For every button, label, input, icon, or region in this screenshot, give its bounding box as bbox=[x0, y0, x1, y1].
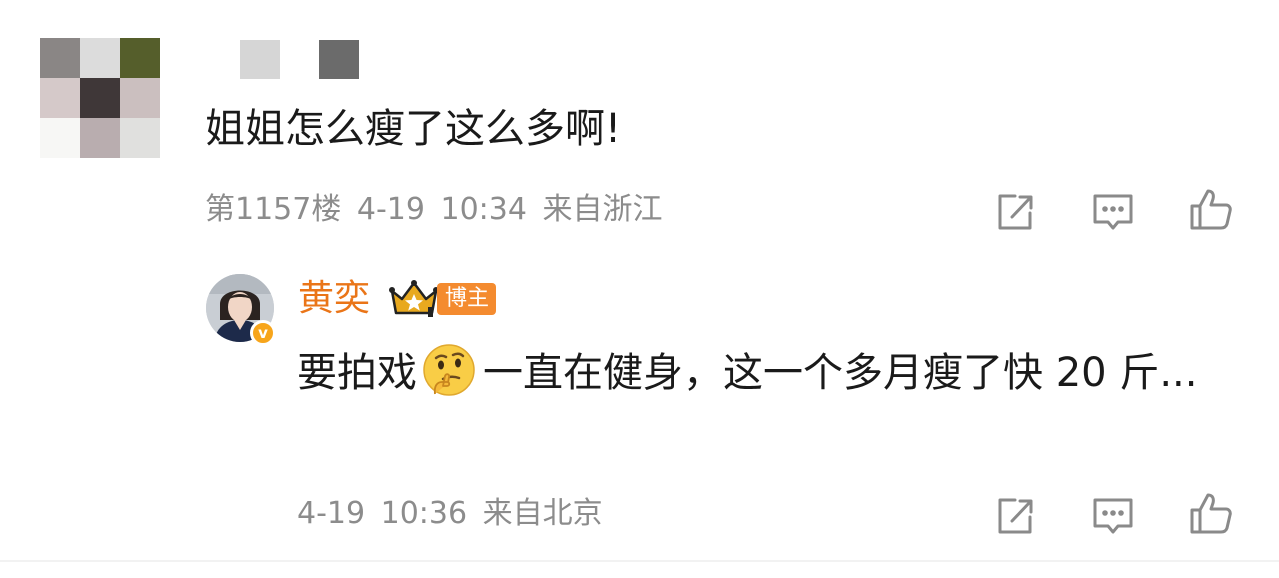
comment-icon[interactable] bbox=[1091, 494, 1135, 538]
thumbs-up-icon[interactable] bbox=[1189, 491, 1233, 535]
verified-v-icon: v bbox=[250, 320, 276, 346]
avatar-pixel bbox=[120, 78, 160, 118]
avatar-pixel bbox=[40, 78, 80, 118]
reply-text: 要拍戏 一直在健身，这一个多月瘦了快 20 斤... bbox=[297, 340, 1227, 406]
avatar-pixel bbox=[120, 38, 160, 78]
comment-text: 姐姐怎么瘦了这么多啊! bbox=[205, 106, 622, 152]
crown-icon bbox=[388, 279, 440, 319]
comment-meta: 第1157楼 4-19 10:34 来自浙江 bbox=[205, 192, 663, 227]
avatar-pixel bbox=[80, 38, 120, 78]
reply-username[interactable]: 黄奕 bbox=[298, 276, 370, 322]
reply-meta: 4-19 10:36 来自北京 bbox=[297, 496, 603, 531]
thumbs-up-icon[interactable] bbox=[1189, 187, 1233, 231]
thinking-face-emoji-icon bbox=[421, 342, 477, 398]
author-badge: 博主 bbox=[437, 283, 497, 315]
avatar-pixel bbox=[80, 78, 120, 118]
username-pixel bbox=[319, 40, 359, 79]
avatar-pixel bbox=[40, 118, 80, 158]
comment-icon[interactable] bbox=[1091, 190, 1135, 234]
divider bbox=[0, 560, 1279, 562]
avatar-pixel bbox=[120, 118, 160, 158]
reply-text-part1: 要拍戏 bbox=[297, 350, 417, 396]
avatar-pixel bbox=[80, 118, 120, 158]
avatar-pixel bbox=[40, 38, 80, 78]
share-icon[interactable] bbox=[993, 494, 1037, 538]
share-icon[interactable] bbox=[993, 190, 1037, 234]
username-pixel bbox=[240, 40, 280, 79]
reply-text-part2: 一直在健身，这一个多月瘦了快 20 斤... bbox=[483, 350, 1198, 396]
commenter-avatar-pixelated[interactable] bbox=[40, 38, 160, 158]
